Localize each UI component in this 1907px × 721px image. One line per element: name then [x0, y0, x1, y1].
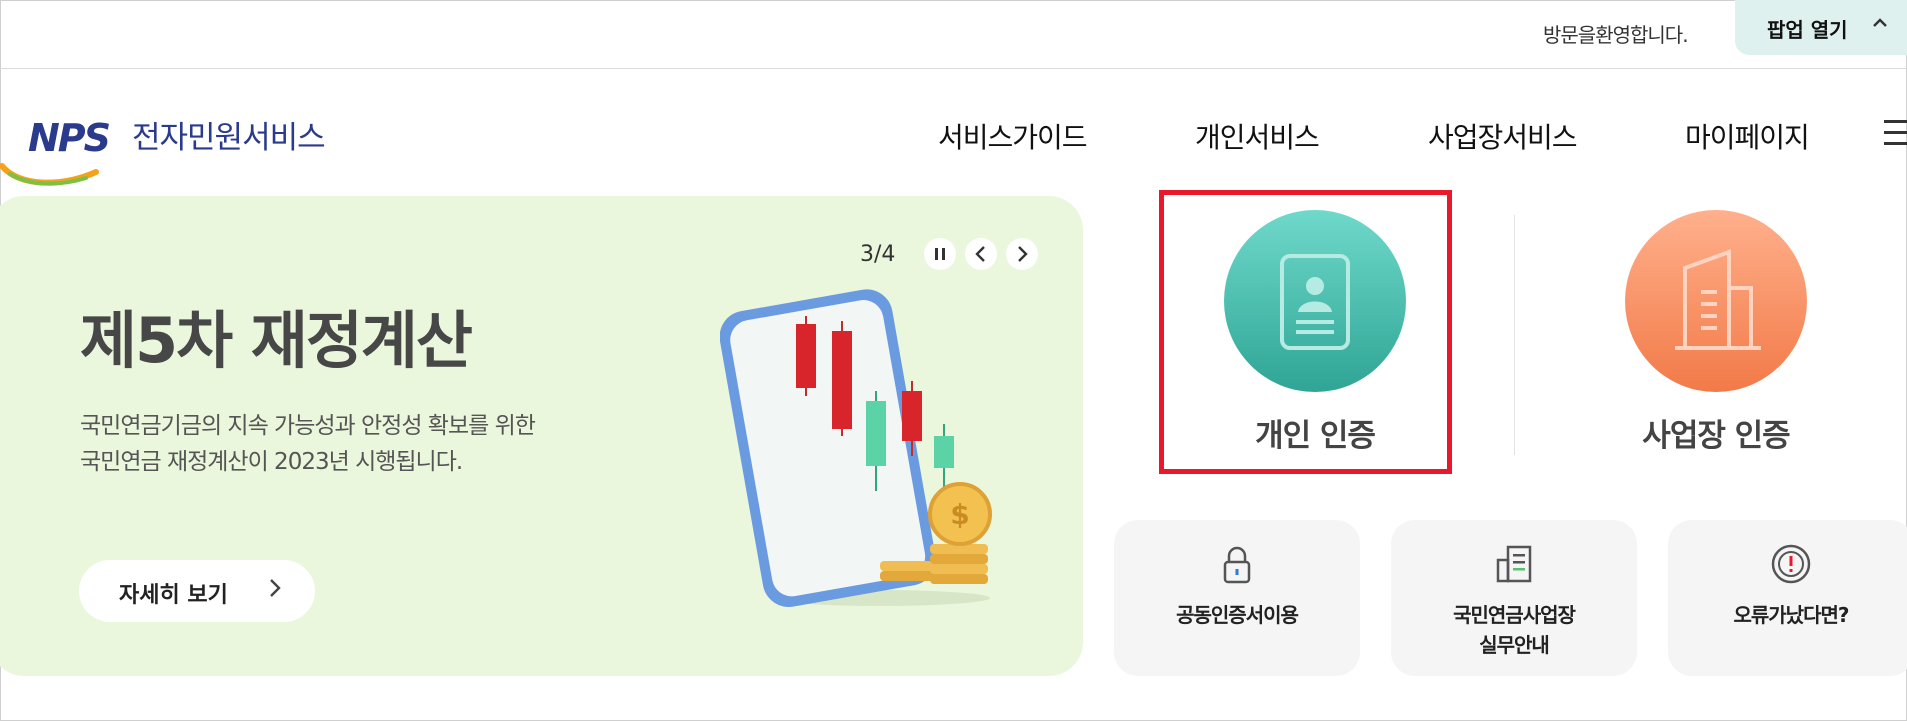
- banner-title: 제5차 재정계산: [80, 304, 473, 377]
- nps-logo[interactable]: NPS 전자민원서비스: [0, 110, 340, 186]
- chevron-right-icon[interactable]: [1006, 238, 1038, 270]
- tile-error-help[interactable]: 오류가났다면?: [1668, 520, 1907, 676]
- tile-error-help-label: 오류가났다면?: [1733, 603, 1849, 627]
- popup-open-button[interactable]: 팝업 열기: [1735, 0, 1907, 55]
- svg-text:$: $: [950, 498, 969, 531]
- chevron-right-icon: [265, 574, 285, 608]
- tile-business-guide[interactable]: 국민연금사업장 실무안내: [1391, 520, 1637, 676]
- logo-mark: NPS: [28, 116, 111, 160]
- selection-highlight: [1159, 190, 1452, 474]
- detail-view-label: 자세히 보기: [119, 583, 228, 608]
- tile-certificate-label: 공동인증서이용: [1176, 603, 1299, 627]
- detail-view-button[interactable]: 자세히 보기: [79, 560, 315, 622]
- banner-description: 국민연금기금의 지속 가능성과 안정성 확보를 위한 국민연금 재정계산이 20…: [80, 408, 640, 480]
- banner-description-line: 국민연금 재정계산이 2023년 시행됩니다.: [80, 449, 463, 475]
- nav-personal-service[interactable]: 개인서비스: [1195, 116, 1320, 156]
- exclamation-circle-icon: [1771, 544, 1811, 584]
- top-utility-bar: 방문을환영합니다. 팝업 열기: [0, 0, 1907, 69]
- tile-certificate[interactable]: 공동인증서이용: [1114, 520, 1360, 676]
- nav-service-guide[interactable]: 서비스가이드: [938, 116, 1088, 156]
- auth-divider: [1514, 215, 1515, 455]
- building-icon: [1625, 210, 1807, 392]
- hamburger-icon[interactable]: [1884, 120, 1907, 148]
- business-auth-label: 사업장 인증: [1642, 418, 1790, 454]
- popup-open-label: 팝업 열기: [1767, 18, 1848, 42]
- logo-text: 전자민원서비스: [132, 120, 326, 156]
- phone-chart-illustration: $: [720, 289, 992, 607]
- chevron-up-icon: [1871, 14, 1889, 37]
- pause-icon[interactable]: [924, 238, 956, 270]
- welcome-text: 방문을환영합니다.: [1543, 23, 1689, 47]
- banner-description-line: 국민연금기금의 지속 가능성과 안정성 확보를 위한: [80, 413, 536, 439]
- main-banner: 제5차 재정계산 국민연금기금의 지속 가능성과 안정성 확보를 위한 국민연금…: [0, 196, 1083, 676]
- lock-icon: [1217, 544, 1257, 584]
- business-auth-card[interactable]: 사업장 인증: [1551, 190, 1847, 474]
- nav-business-service[interactable]: 사업장서비스: [1428, 116, 1578, 156]
- tile-business-guide-label: 국민연금사업장 실무안내: [1453, 603, 1576, 657]
- chevron-left-icon[interactable]: [965, 238, 997, 270]
- slide-counter: 3/4: [860, 242, 896, 267]
- document-icon: [1494, 544, 1534, 584]
- nav-mypage[interactable]: 마이페이지: [1685, 116, 1810, 156]
